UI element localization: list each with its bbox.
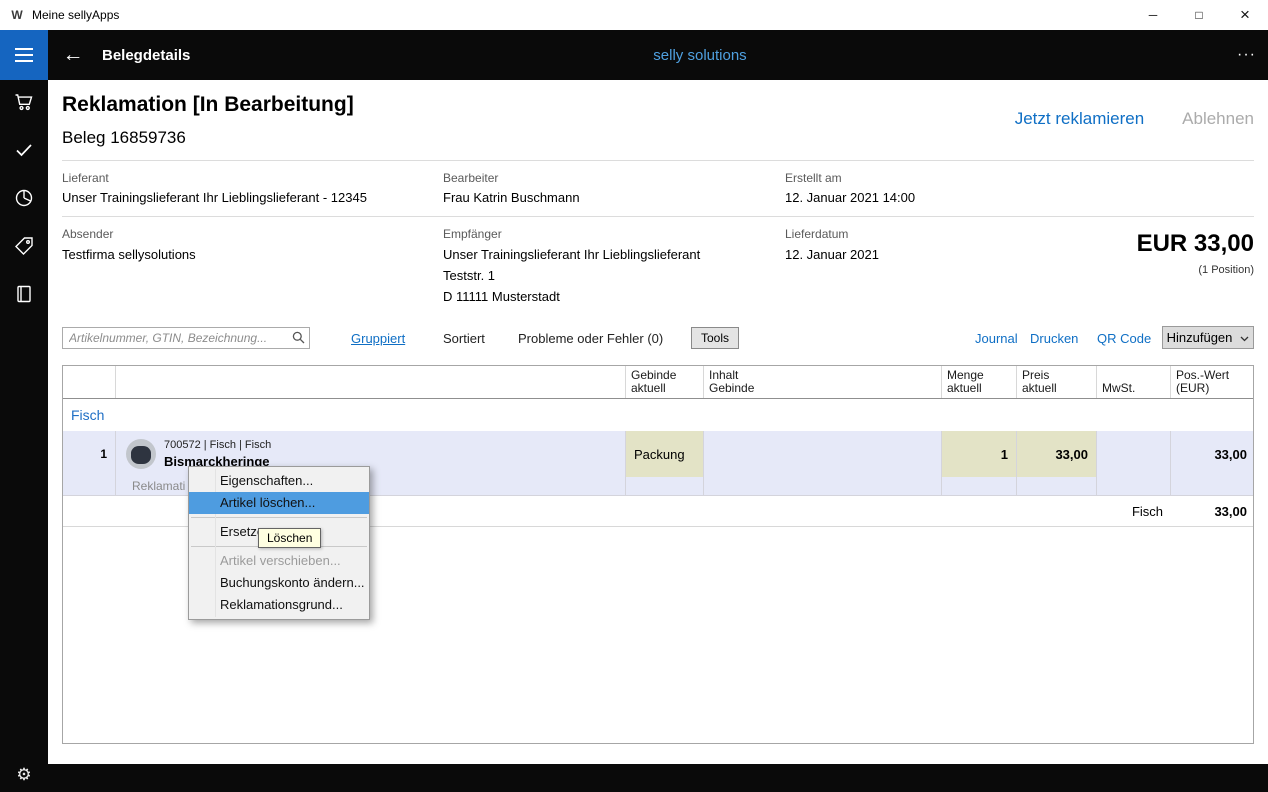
hamburger-menu-button[interactable]	[0, 30, 48, 80]
menge-cell[interactable]: 1	[942, 431, 1017, 477]
lieferant-value: Unser Trainingslieferant Ihr Lieblingsli…	[62, 190, 367, 205]
menu-item-artikel-loeschen[interactable]: Artikel löschen...	[189, 492, 369, 514]
empfaenger-line1: Unser Trainingslieferant Ihr Lieblingsli…	[443, 247, 700, 262]
hinzufuegen-button[interactable]: Hinzufügen	[1162, 326, 1254, 349]
check-icon	[14, 140, 34, 165]
close-button[interactable]: ×	[1222, 0, 1268, 30]
app-window: W Meine sellyApps ─ □ × ← Belegdetails s…	[0, 0, 1268, 792]
table-header-row: Gebindeaktuell InhaltGebinde Mengeaktuel…	[63, 366, 1253, 399]
ellipsis-icon: ···	[1237, 46, 1256, 64]
search-icon[interactable]	[292, 331, 305, 349]
minimize-button[interactable]: ─	[1130, 0, 1176, 30]
search-input[interactable]	[62, 327, 310, 349]
lieferdatum-value: 12. Januar 2021	[785, 247, 879, 262]
more-options-button[interactable]: ···	[1237, 30, 1256, 80]
lieferdatum-label: Lieferdatum	[785, 227, 848, 241]
app-icon: W	[9, 8, 25, 22]
window-title: Meine sellyApps	[32, 8, 119, 22]
menu-separator	[191, 517, 367, 518]
drucken-link[interactable]: Drucken	[1030, 331, 1078, 346]
sidebar-item-prices[interactable]	[0, 224, 48, 272]
menu-item-buchungskonto[interactable]: Buchungskonto ändern...	[189, 572, 369, 594]
sidebar-item-cart[interactable]	[0, 80, 48, 128]
empfaenger-line3: D 11111 Musterstadt	[443, 289, 560, 304]
tooltip-loeschen: Löschen	[258, 528, 321, 548]
journal-link[interactable]: Journal	[975, 331, 1018, 346]
product-image	[126, 439, 156, 469]
gebinde-cell[interactable]: Packung	[626, 431, 704, 477]
hamburger-icon	[15, 48, 33, 50]
ablehnen-button[interactable]: Ablehnen	[1182, 109, 1254, 129]
bottom-bar	[0, 764, 1268, 792]
back-button[interactable]: ←	[58, 30, 88, 80]
bearbeiter-label: Bearbeiter	[443, 171, 498, 185]
absender-value: Testfirma sellysolutions	[62, 247, 196, 262]
erstellt-label: Erstellt am	[785, 171, 842, 185]
page-title: Belegdetails	[102, 30, 190, 80]
column-header-article	[116, 366, 626, 398]
inhalt-gebinde-cell	[704, 431, 942, 477]
column-header-gebinde: Gebindeaktuell	[626, 366, 704, 398]
settings-button[interactable]: ⚙	[0, 762, 48, 788]
column-header-wert: Pos.-Wert(EUR)	[1171, 366, 1255, 398]
main-content: Reklamation [In Bearbeitung] Beleg 16859…	[48, 80, 1268, 764]
row-number: 1	[63, 431, 116, 477]
document-total: EUR 33,00	[1137, 230, 1254, 258]
probleme-filter[interactable]: Probleme oder Fehler (0)	[518, 331, 663, 346]
article-meta: 700572 | Fisch | Fisch	[164, 439, 271, 451]
titlebar: W Meine sellyApps ─ □ ×	[0, 0, 1268, 30]
book-icon	[14, 284, 34, 309]
group-header-fisch: Fisch	[63, 399, 1253, 431]
menu-item-artikel-verschieben: Artikel verschieben...	[189, 550, 369, 572]
chevron-down-icon	[1240, 330, 1249, 345]
document-number: Beleg 16859736	[62, 128, 186, 148]
document-title: Reklamation [In Bearbeitung]	[62, 93, 354, 117]
qr-code-link[interactable]: QR Code	[1097, 331, 1151, 346]
divider	[62, 216, 1254, 217]
erstellt-value: 12. Januar 2021 14:00	[785, 190, 915, 205]
brand-title: selly solutions	[653, 30, 746, 80]
cart-icon	[14, 92, 34, 117]
gruppiert-toggle[interactable]: Gruppiert	[351, 331, 405, 346]
absender-label: Absender	[62, 227, 113, 241]
sidebar-item-tasks[interactable]	[0, 128, 48, 176]
summary-label: Fisch	[1097, 496, 1171, 526]
maximize-button[interactable]: □	[1176, 0, 1222, 30]
menu-item-eigenschaften[interactable]: Eigenschaften...	[189, 470, 369, 492]
mwst-cell	[1097, 431, 1171, 477]
pie-chart-icon	[14, 188, 34, 213]
empfaenger-line2: Teststr. 1	[443, 268, 495, 283]
gear-icon: ⚙	[16, 765, 31, 785]
pos-wert-cell: 33,00	[1171, 431, 1255, 477]
reklamieren-button[interactable]: Jetzt reklamieren	[1015, 109, 1144, 129]
position-count: (1 Position)	[1198, 264, 1254, 276]
column-header-mwst: MwSt.	[1097, 366, 1171, 398]
menu-item-reklamationsgrund[interactable]: Reklamationsgrund...	[189, 594, 369, 616]
sortiert-toggle[interactable]: Sortiert	[443, 331, 485, 346]
tools-button[interactable]: Tools	[691, 327, 739, 349]
search-field-wrap	[62, 327, 310, 349]
bearbeiter-value: Frau Katrin Buschmann	[443, 190, 580, 205]
column-header-preis: Preisaktuell	[1017, 366, 1097, 398]
summary-value: 33,00	[1171, 496, 1255, 526]
lieferant-label: Lieferant	[62, 171, 109, 185]
tag-icon	[14, 236, 34, 261]
column-header-number	[63, 366, 116, 398]
document-actions: Jetzt reklamieren Ablehnen	[1015, 109, 1254, 129]
sidebar-item-statistics[interactable]	[0, 176, 48, 224]
preis-cell[interactable]: 33,00	[1017, 431, 1097, 477]
sidebar: ⚙	[0, 80, 48, 792]
empfaenger-label: Empfänger	[443, 227, 502, 241]
divider	[62, 160, 1254, 161]
column-header-inhalt: InhaltGebinde	[704, 366, 942, 398]
app-header: ← Belegdetails selly solutions ···	[0, 30, 1268, 80]
back-arrow-icon: ←	[63, 43, 84, 67]
sidebar-item-catalog[interactable]	[0, 272, 48, 320]
column-header-menge: Mengeaktuell	[942, 366, 1017, 398]
